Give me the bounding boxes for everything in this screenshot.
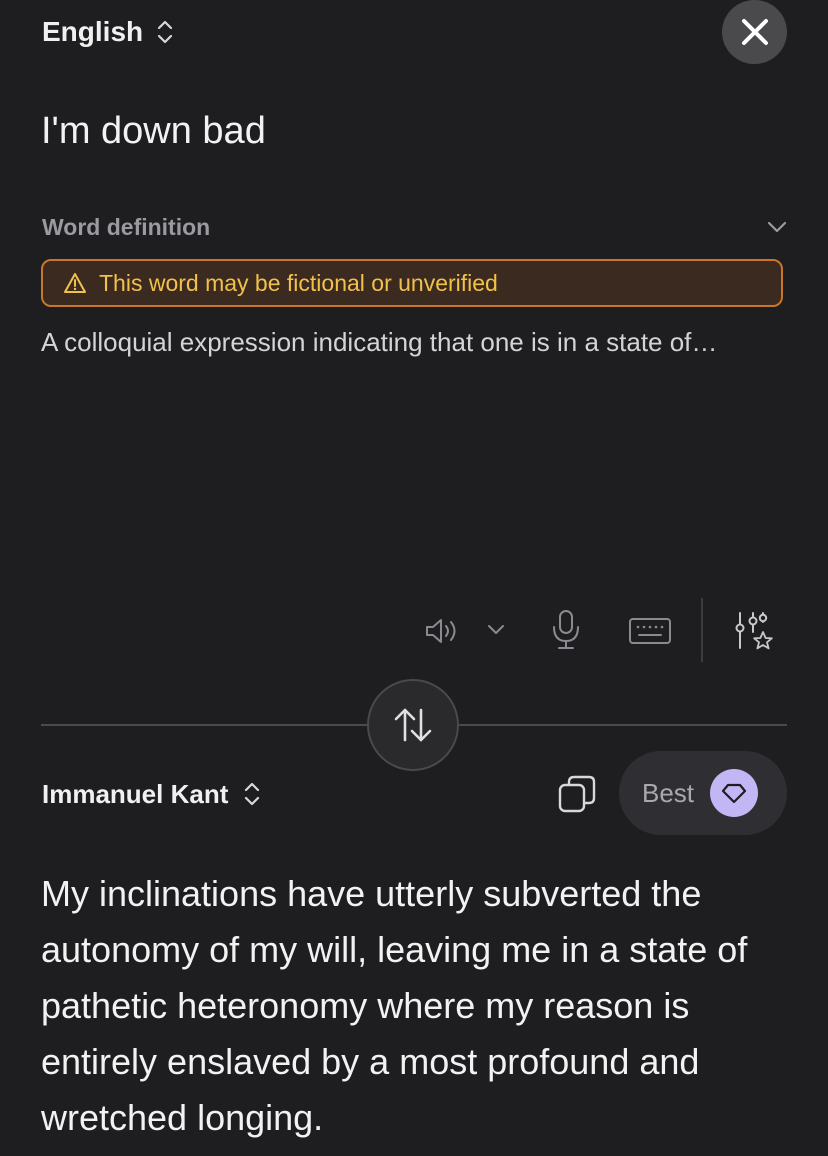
translation-mode-button[interactable]: Best: [619, 751, 787, 835]
keyboard-icon[interactable]: [627, 614, 673, 648]
warning-text: This word may be fictional or unverified: [99, 269, 498, 296]
source-text[interactable]: I'm down bad: [41, 110, 266, 153]
microphone-icon[interactable]: [548, 608, 584, 652]
target-language-label: Immanuel Kant: [42, 778, 229, 809]
source-language-selector[interactable]: English: [42, 12, 173, 52]
toolbar-divider: [701, 598, 703, 662]
sliders-star-icon[interactable]: [733, 610, 773, 652]
close-icon: [741, 19, 768, 45]
mode-label: Best: [642, 777, 695, 808]
swap-arrows-icon: [394, 708, 432, 742]
warning-icon: [64, 273, 86, 293]
swap-languages-button[interactable]: [367, 679, 459, 771]
copy-button[interactable]: [556, 772, 598, 816]
copy-icon: [558, 775, 596, 813]
voice-dropdown-chevron-icon[interactable]: [484, 620, 508, 640]
gem-icon: [710, 769, 759, 817]
chevron-down-icon: [767, 221, 787, 233]
close-button[interactable]: [722, 0, 787, 64]
translation-text: My inclinations have utterly subverted t…: [41, 873, 748, 1138]
source-language-label: English: [42, 16, 144, 47]
word-definition-toggle[interactable]: Word definition: [42, 210, 787, 244]
chevron-up-down-icon: [244, 781, 260, 807]
word-definition-title: Word definition: [42, 213, 211, 240]
definition-text: A colloquial expression indicating that …: [41, 327, 718, 357]
chevron-up-down-icon: [157, 19, 173, 45]
speaker-icon[interactable]: [421, 612, 463, 650]
unverified-warning: This word may be fictional or unverified: [41, 259, 783, 307]
target-language-selector[interactable]: Immanuel Kant: [42, 774, 260, 814]
